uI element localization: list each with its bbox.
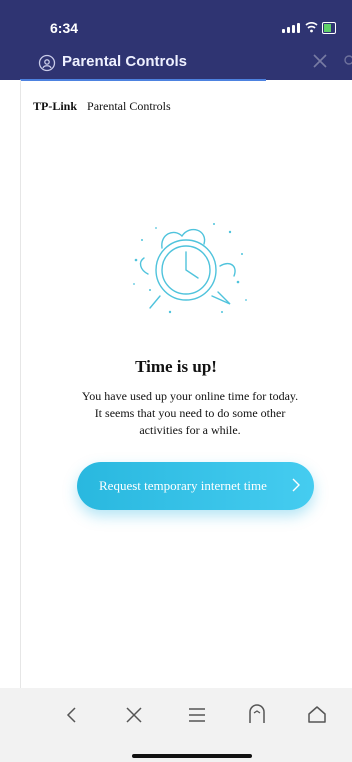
- site-section: Parental Controls: [87, 99, 171, 113]
- message-line: activities for a while.: [139, 423, 241, 437]
- menu-icon: [189, 708, 205, 722]
- time-up-message: You have used up your online time for to…: [60, 388, 320, 439]
- parental-controls-icon: [38, 54, 56, 72]
- time-up-heading: Time is up!: [135, 357, 217, 376]
- brand-name: TP-Link: [33, 99, 78, 113]
- request-temporary-time-button[interactable]: Request temporary internet time: [77, 462, 314, 510]
- close-icon[interactable]: [312, 53, 328, 69]
- status-bar: 6:34: [0, 0, 352, 44]
- home-indicator: [132, 754, 252, 758]
- wifi-icon: [305, 22, 318, 33]
- battery-icon: [322, 22, 336, 34]
- page-load-progress: [20, 79, 266, 81]
- signal-icon: [282, 23, 300, 33]
- tabs-button[interactable]: [244, 702, 270, 728]
- app-header: Parental Controls: [0, 44, 352, 80]
- message-line: It seems that you need to do some other: [94, 406, 286, 420]
- menu-button[interactable]: [184, 702, 210, 728]
- site-bar: TP-Link Parental Controls: [33, 99, 171, 114]
- browser-toolbar: [0, 688, 352, 762]
- search-icon[interactable]: [340, 52, 352, 70]
- frame-divider: [20, 80, 21, 690]
- close-icon: [126, 707, 142, 723]
- status-time: 6:34: [50, 20, 79, 36]
- back-icon: [66, 707, 76, 723]
- alarm-clock-illustration: [133, 223, 247, 314]
- chevron-right-icon: [292, 478, 300, 492]
- back-button[interactable]: [59, 702, 85, 728]
- header-title: Parental Controls: [62, 53, 188, 70]
- home-button[interactable]: [304, 702, 330, 728]
- close-tab-button[interactable]: [121, 702, 147, 728]
- tabs-icon: [249, 704, 265, 723]
- message-line: You have used up your online time for to…: [81, 389, 299, 403]
- request-button-label: Request temporary internet time: [99, 478, 267, 493]
- status-icons: [282, 20, 342, 34]
- home-icon: [308, 706, 326, 723]
